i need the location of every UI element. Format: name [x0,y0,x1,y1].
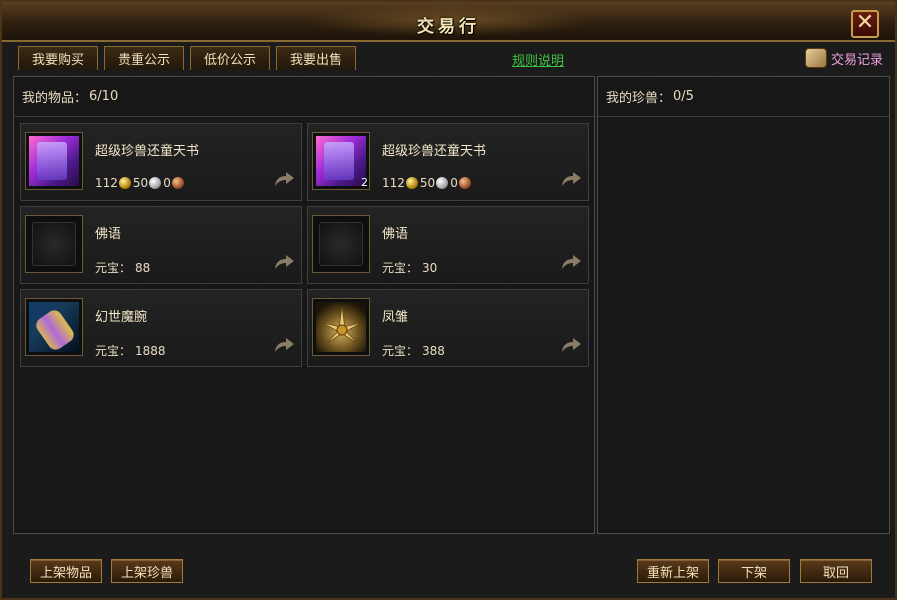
cancel-button[interactable]: 取回 [800,559,872,583]
share-arrow-icon[interactable] [560,170,582,188]
list-item-button[interactable]: 上架物品 [30,559,102,583]
copper-coin-icon [458,177,471,189]
share-arrow-icon[interactable] [273,336,295,354]
trade-window: 交易行 ✕ 我要购买 贵重公示 低价公示 我要出售 规则说明 交易记录 我的物品… [0,0,897,600]
empty-slot-icon [25,215,83,273]
item-price: 元宝： 30 [382,259,437,276]
yuanbao-amount: 388 [422,343,445,358]
title-bar: 交易行 ✕ [2,2,895,42]
yuanbao-label: 元宝： [95,261,132,275]
item-name: 佛语 [382,227,409,242]
golden-fan-icon [312,298,370,356]
tab-buy[interactable]: 我要购买 [18,46,98,70]
item-name: 超级珍兽还童天书 [95,144,200,159]
item-price: 元宝： 88 [95,259,150,276]
item-slot[interactable]: 幻世魔腕 元宝： 1888 [20,289,302,367]
item-slot[interactable]: 2 超级珍兽还童天书 112 50 0 [307,123,589,201]
gold-coin-icon [405,177,418,189]
item-price: 元宝： 1888 [95,342,166,359]
silver-amount: 50 [419,176,436,190]
rules-link[interactable]: 规则说明 [512,50,564,69]
purple-scroll-icon [25,132,83,190]
item-price: 112 50 0 [95,176,186,190]
trade-record-button[interactable]: 交易记录 [804,46,883,70]
tab-valuable-notice[interactable]: 贵重公示 [104,46,184,70]
empty-slot-icon [312,215,370,273]
copper-coin-icon [171,177,184,189]
item-slot[interactable]: 凤雏 元宝： 388 [307,289,589,367]
yuanbao-label: 元宝： [382,261,419,275]
item-name: 凤雏 [382,310,409,325]
window-title: 交易行 [417,17,480,37]
yuanbao-amount: 88 [135,260,151,275]
share-arrow-icon[interactable] [273,253,295,271]
yuanbao-amount: 1888 [135,343,166,358]
trade-record-label: 交易记录 [830,52,883,68]
list-pet-button[interactable]: 上架珍兽 [111,559,183,583]
delist-button[interactable]: 下架 [718,559,790,583]
item-name: 幻世魔腕 [95,310,148,325]
share-arrow-icon[interactable] [560,336,582,354]
tab-sell[interactable]: 我要出售 [276,46,356,70]
my-pets-header: 我的珍兽： 0/5 [598,77,889,117]
purple-scroll-icon: 2 [312,132,370,190]
close-button[interactable]: ✕ [851,10,879,38]
copper-amount: 0 [163,176,171,190]
item-price: 元宝： 388 [382,342,445,359]
my-items-header: 我的物品： 6/10 [14,77,594,117]
relist-button[interactable]: 重新上架 [637,559,709,583]
copper-amount: 0 [450,176,458,190]
silver-coin-icon [436,177,449,189]
stack-count: 2 [361,176,368,189]
tab-bar: 我要购买 贵重公示 低价公示 我要出售 [18,46,356,70]
item-slot[interactable]: 佛语 元宝： 88 [20,206,302,284]
item-slot[interactable]: 超级珍兽还童天书 112 50 0 [20,123,302,201]
bracelet-icon [25,298,83,356]
silver-coin-icon [149,177,162,189]
yuanbao-label: 元宝： [95,344,132,358]
tab-lowprice-notice[interactable]: 低价公示 [190,46,270,70]
my-items-label: 我的物品： [22,91,88,106]
yuanbao-amount: 30 [422,260,438,275]
share-arrow-icon[interactable] [560,253,582,271]
my-items-panel: 我的物品： 6/10 超级珍兽还童天书 112 50 0 2 超级珍兽还童天书 [13,76,595,534]
my-pets-panel: 我的珍兽： 0/5 [597,76,890,534]
my-pets-count: 0/5 [673,89,694,104]
item-name: 佛语 [95,227,122,242]
item-slot[interactable]: 佛语 元宝： 30 [307,206,589,284]
item-name: 超级珍兽还童天书 [382,144,487,159]
my-pets-label: 我的珍兽： [606,91,672,106]
item-price: 112 50 0 [382,176,473,190]
my-items-count: 6/10 [89,89,119,104]
item-grid: 超级珍兽还童天书 112 50 0 2 超级珍兽还童天书 112 50 0 佛语… [20,123,590,367]
gold-amount: 112 [95,176,118,190]
gold-coin-icon [118,177,131,189]
scroll-icon [804,48,827,68]
share-arrow-icon[interactable] [273,170,295,188]
gold-amount: 112 [382,176,405,190]
yuanbao-label: 元宝： [382,344,419,358]
silver-amount: 50 [132,176,149,190]
close-icon: ✕ [855,10,875,35]
